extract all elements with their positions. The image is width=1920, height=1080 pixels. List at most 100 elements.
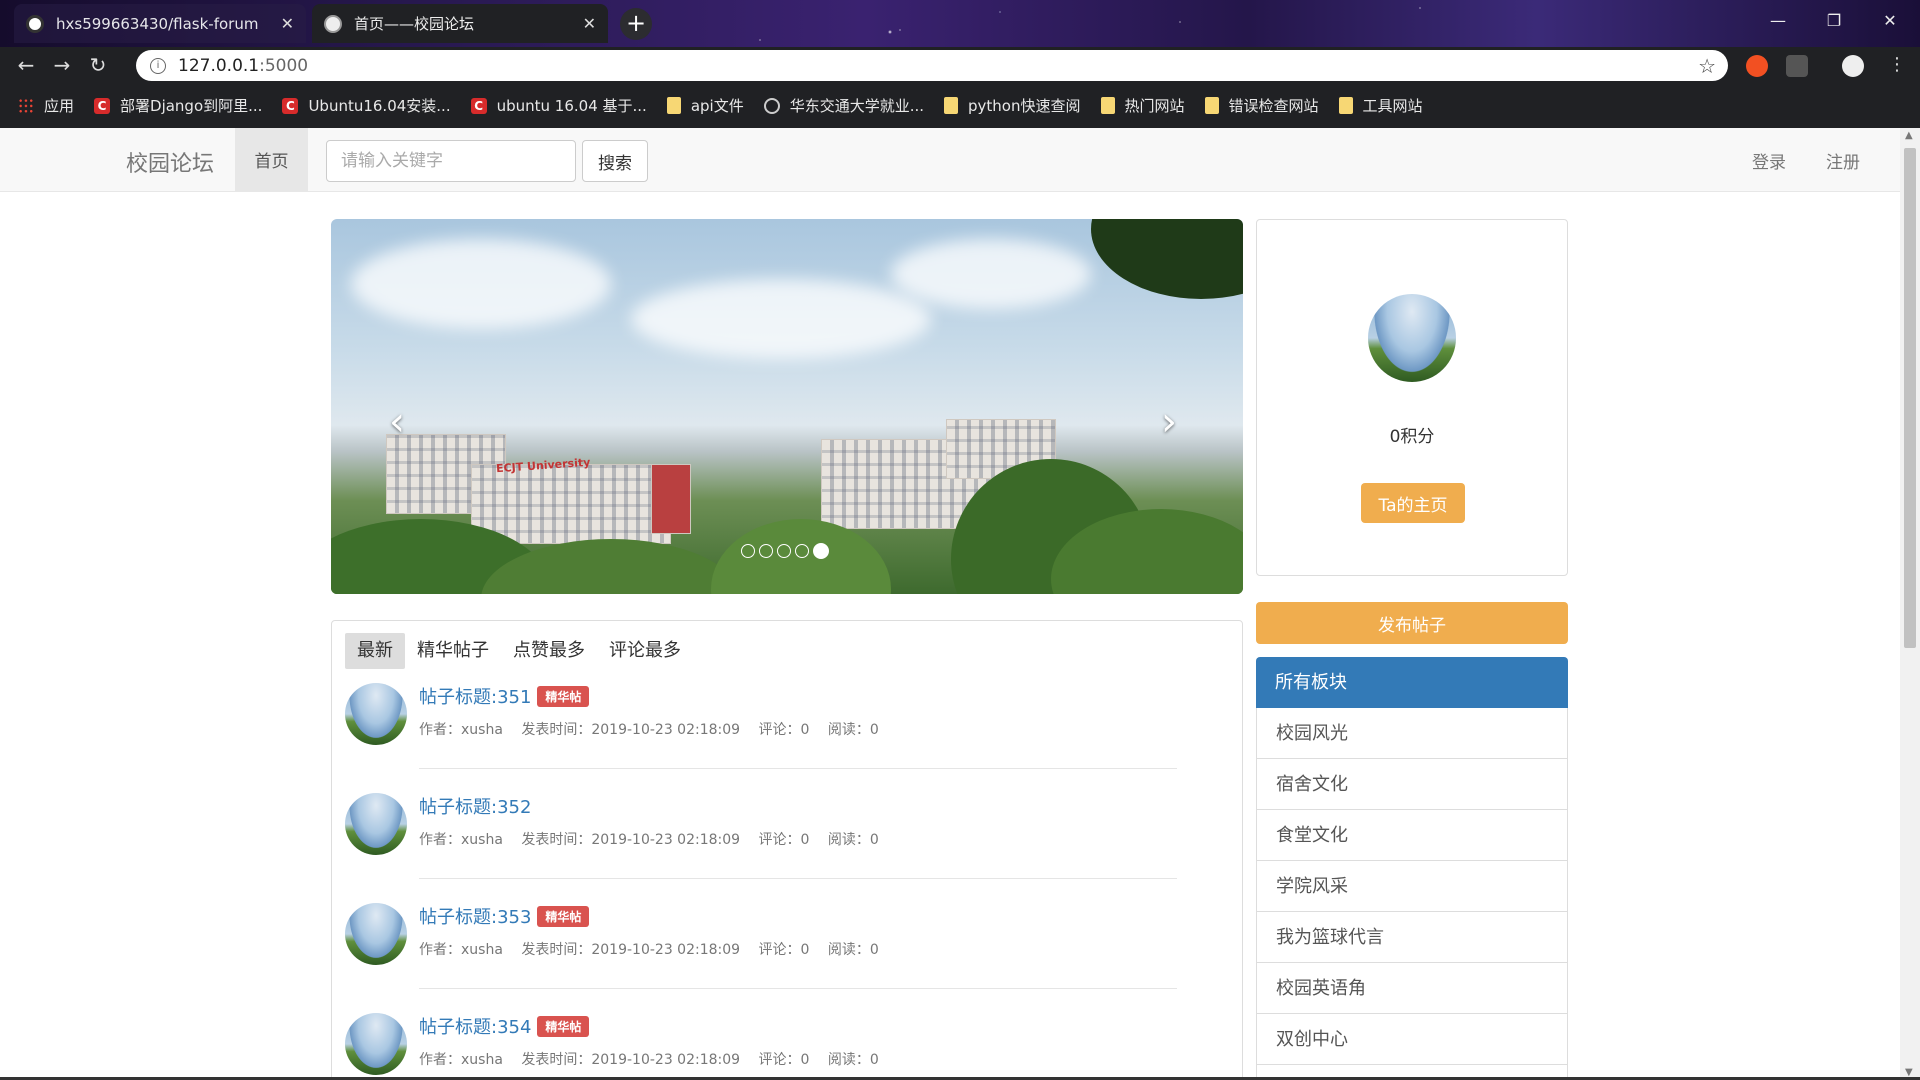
close-icon[interactable]: ✕ [281, 14, 294, 33]
close-icon[interactable]: ✕ [583, 14, 596, 33]
bookmark-item[interactable]: C Ubuntu16.04安装... [282, 95, 451, 116]
close-window-icon[interactable]: ✕ [1862, 0, 1918, 40]
bookmark-label: python快速查阅 [968, 97, 1081, 115]
bookmark-folder[interactable]: 错误检查网站 [1204, 95, 1319, 116]
post-item: 帖子标题:351 精华帖 作者：xusha 发表时间：2019-10-23 02:… [345, 683, 1205, 793]
site-navbar: 校园论坛 首页 搜索 登录 注册 [0, 128, 1900, 192]
campus-carousel: ECJT University ‹ › [331, 219, 1243, 594]
carousel-image-part [471, 464, 671, 544]
tab-featured[interactable]: 精华帖子 [405, 633, 501, 669]
scroll-up-icon[interactable]: ▲ [1905, 130, 1913, 141]
browser-toolbar: ← → ↻ i 127.0.0.1:5000 ☆ [0, 47, 1920, 83]
bookmark-folder[interactable]: 工具网站 [1338, 95, 1423, 116]
avatar[interactable] [345, 1013, 407, 1075]
search-button[interactable]: 搜索 [582, 140, 648, 182]
bookmark-label: 部署Django到阿里... [120, 97, 263, 115]
tab-most-commented[interactable]: 评论最多 [597, 633, 693, 669]
extension-icon[interactable] [1746, 55, 1768, 77]
bookmark-folder[interactable]: 热门网站 [1100, 95, 1185, 116]
carousel-indicator-active[interactable] [813, 543, 829, 559]
carousel-indicator[interactable] [777, 544, 791, 558]
carousel-image-part [651, 464, 691, 534]
address-bar[interactable]: i 127.0.0.1:5000 ☆ [136, 50, 1728, 81]
divider [419, 988, 1177, 989]
bookmark-item[interactable]: 华东交通大学就业... [763, 95, 924, 116]
forward-icon[interactable]: → [44, 47, 80, 83]
page-viewport: 校园论坛 首页 搜索 登录 注册 ECJT University ‹ › [0, 128, 1900, 1078]
avatar[interactable] [345, 793, 407, 855]
bookmark-label: api文件 [690, 97, 744, 115]
post-item: 帖子标题:352 作者：xusha 发表时间：2019-10-23 02:18:… [345, 793, 1205, 903]
tab-latest[interactable]: 最新 [345, 633, 405, 669]
board-item[interactable]: 我为篮球代言 [1256, 912, 1568, 963]
back-icon[interactable]: ← [8, 47, 44, 83]
board-item[interactable]: 宿舍文化 [1256, 759, 1568, 810]
account-icon[interactable] [1842, 55, 1864, 77]
post-title[interactable]: 帖子标题:352 [419, 797, 531, 818]
board-item[interactable]: 学院风采 [1256, 861, 1568, 912]
post-title[interactable]: 帖子标题:354 [419, 1017, 531, 1038]
nav-home[interactable]: 首页 [235, 128, 308, 191]
carousel-indicator[interactable] [795, 544, 809, 558]
bookmark-item[interactable]: Cubuntu 16.04 基于... [470, 95, 647, 116]
folder-icon [666, 97, 681, 114]
tab-most-liked[interactable]: 点赞最多 [501, 633, 597, 669]
carousel-image-part [1091, 219, 1243, 299]
reload-icon[interactable]: ↻ [80, 47, 116, 83]
post-time: 发表时间：2019-10-23 02:18:09 [521, 722, 741, 738]
user-home-button[interactable]: Ta的主页 [1361, 483, 1465, 523]
globe-icon [763, 97, 780, 114]
carousel-indicator[interactable] [759, 544, 773, 558]
board-item[interactable]: 食堂文化 [1256, 810, 1568, 861]
publish-post-button[interactable]: 发布帖子 [1256, 602, 1568, 644]
post-author: 作者：xusha [419, 942, 503, 958]
bookmark-label: ubuntu 16.04 基于... [496, 97, 647, 115]
bookmark-apps[interactable]: 应用 [18, 95, 74, 116]
post-tabs: 最新 精华帖子 点赞最多 评论最多 [345, 633, 693, 669]
tab-forum[interactable]: 首页——校园论坛 ✕ [312, 4, 608, 43]
bookmark-item[interactable]: C 部署Django到阿里... [94, 95, 262, 116]
post-item: 帖子标题:353 精华帖 作者：xusha 发表时间：2019-10-23 02:… [345, 903, 1205, 1013]
post-comments: 评论：0 [758, 722, 810, 738]
extension-icon[interactable] [1786, 55, 1808, 77]
tab-title: 首页——校园论坛 [354, 15, 475, 33]
avatar[interactable] [345, 903, 407, 965]
post-reads: 阅读：0 [827, 722, 879, 738]
github-icon [26, 14, 44, 33]
board-list-header[interactable]: 所有板块 [1256, 657, 1568, 708]
post-title[interactable]: 帖子标题:351 [419, 687, 531, 708]
avatar[interactable] [345, 683, 407, 745]
page-scrollbar[interactable]: ▲ ▼ [1900, 128, 1920, 1080]
register-link[interactable]: 注册 [1826, 148, 1860, 173]
post-comments: 评论：0 [758, 832, 810, 848]
menu-kebab-icon[interactable]: ⋮ [1888, 54, 1906, 75]
carousel-prev-icon[interactable]: ‹ [389, 399, 405, 445]
avatar[interactable] [1368, 294, 1456, 382]
post-comments: 评论：0 [758, 1052, 810, 1068]
carousel-image-part [891, 239, 1091, 309]
url-host: 127.0.0.1 [178, 55, 260, 76]
minimize-icon[interactable]: — [1750, 0, 1806, 40]
carousel-next-icon[interactable]: › [1161, 399, 1177, 445]
bookmark-folder[interactable]: api文件 [666, 95, 744, 116]
login-link[interactable]: 登录 [1752, 148, 1786, 173]
restore-icon[interactable]: ❐ [1806, 0, 1862, 40]
carousel-image-part [351, 239, 611, 329]
post-author: 作者：xusha [419, 832, 503, 848]
tab-github[interactable]: hxs599663430/flask-forum ✕ [14, 4, 306, 43]
bookmark-star-icon[interactable]: ☆ [1698, 54, 1716, 78]
site-brand[interactable]: 校园论坛 [126, 146, 214, 178]
scrollbar-thumb[interactable] [1904, 148, 1916, 648]
csdn-icon: C [282, 97, 299, 114]
new-tab-button[interactable]: + [620, 8, 652, 40]
search-input[interactable] [326, 140, 576, 182]
post-title[interactable]: 帖子标题:353 [419, 907, 531, 928]
carousel-indicator[interactable] [741, 544, 755, 558]
board-item[interactable]: 双创中心 [1256, 1014, 1568, 1065]
folder-icon [1338, 97, 1353, 114]
bookmark-folder[interactable]: python快速查阅 [944, 95, 1081, 116]
info-icon[interactable]: i [150, 57, 166, 74]
board-item[interactable]: 校园英语角 [1256, 963, 1568, 1014]
bookmark-label: 错误检查网站 [1228, 97, 1319, 115]
board-item[interactable]: 校园风光 [1256, 708, 1568, 759]
